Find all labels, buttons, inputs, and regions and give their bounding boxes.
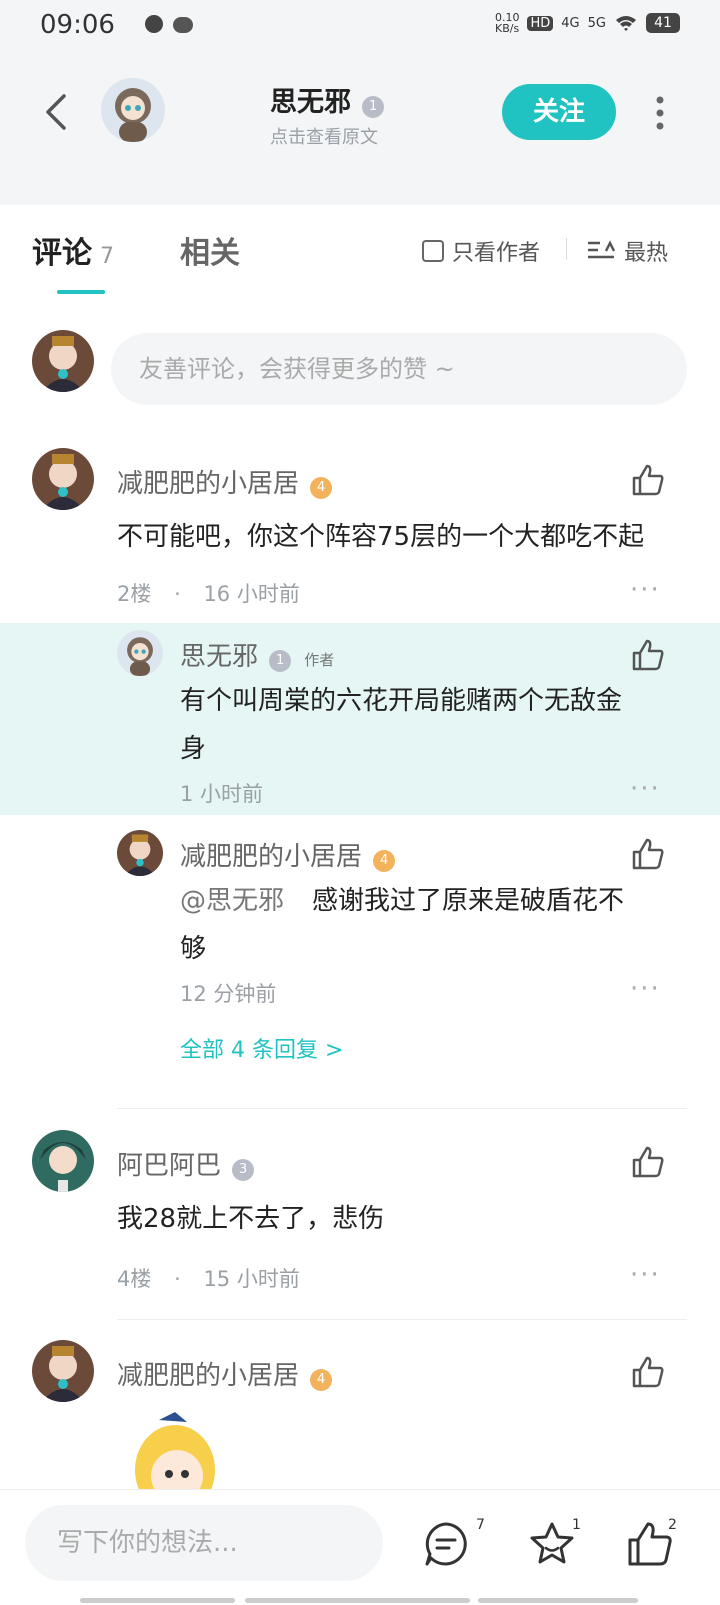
- commenter-avatar[interactable]: [32, 1340, 94, 1402]
- sort-hot-button[interactable]: 最热: [586, 235, 668, 267]
- mention-link[interactable]: @思无邪: [180, 886, 284, 916]
- like-count-badge: 2: [668, 1517, 677, 1533]
- view-original-link[interactable]: 点击查看原文: [270, 123, 470, 149]
- reply-author-name: 减肥肥的小居居: [180, 842, 363, 872]
- nav-indicator-right: [478, 1598, 638, 1603]
- tab-comments[interactable]: 评论 7: [32, 228, 114, 272]
- like-thumb-icon[interactable]: [626, 1520, 674, 1568]
- wechat-icon: [172, 17, 193, 33]
- 5g-signal-icon: 5G: [587, 15, 606, 31]
- level-badge-icon: 1: [269, 649, 292, 672]
- status-icons: 0.10 KB/s HD 4G 5G 41: [144, 11, 680, 35]
- like-icon[interactable]: [630, 1354, 666, 1390]
- reply-avatar[interactable]: [117, 630, 163, 676]
- level-badge-icon: 1: [362, 95, 385, 118]
- more-icon[interactable]: ···: [630, 575, 661, 605]
- reply-avatar-image: [124, 834, 156, 876]
- more-icon[interactable]: ···: [630, 774, 661, 804]
- reply-author[interactable]: 思无邪 1 作者: [180, 636, 334, 673]
- like-icon[interactable]: [630, 836, 666, 872]
- comment-divider: [117, 1319, 687, 1320]
- battery-icon: 41: [646, 13, 680, 33]
- bottom-comment-input[interactable]: 写下你的想法...: [25, 1505, 383, 1581]
- author-only-toggle[interactable]: 只看作者: [422, 235, 540, 267]
- comment-author-name: 减肥肥的小居居: [117, 469, 300, 499]
- author-name: 思无邪: [270, 87, 351, 118]
- tab-related[interactable]: 相关: [180, 228, 240, 272]
- comment-author[interactable]: 减肥肥的小居居 4: [117, 1355, 333, 1392]
- like-icon[interactable]: [630, 462, 666, 498]
- level-badge-icon: 4: [310, 1368, 333, 1391]
- reply-author-name: 思无邪: [180, 642, 259, 672]
- author-info[interactable]: 思无邪 1 点击查看原文: [270, 80, 470, 149]
- floor-label: 4楼: [117, 1267, 152, 1291]
- chat-notification-icon: [144, 15, 163, 33]
- commenter-avatar-image: [42, 454, 84, 510]
- reply-author[interactable]: 减肥肥的小居居 4: [180, 836, 396, 873]
- comment-author[interactable]: 阿巴阿巴 3: [117, 1145, 255, 1182]
- sort-icon: [588, 240, 616, 259]
- level-badge-icon: 3: [232, 1158, 255, 1181]
- net-speed: 0.10 KB/s: [494, 11, 520, 35]
- comment-meta: 2楼 · 16 小时前: [117, 582, 300, 606]
- active-tab-indicator: [57, 290, 105, 294]
- my-avatar: [32, 330, 94, 392]
- like-icon[interactable]: [630, 1144, 666, 1180]
- status-time: 09:06: [40, 10, 115, 40]
- reply-avatar-image: [127, 637, 153, 676]
- commenter-avatar[interactable]: [32, 448, 94, 510]
- comment-input[interactable]: 友善评论，会获得更多的赞 ~: [111, 333, 687, 405]
- author-avatar-image: [115, 88, 151, 142]
- comment-time: 16 小时前: [203, 582, 300, 606]
- more-options-icon[interactable]: [654, 96, 666, 130]
- comment-time: 15 小时前: [203, 1267, 300, 1291]
- reply-text-line1: 有个叫周棠的六花开局能赌两个无敌金: [180, 686, 623, 716]
- like-icon[interactable]: [630, 637, 666, 673]
- comment-icon[interactable]: [422, 1520, 470, 1568]
- comment-meta: 4楼 · 15 小时前: [117, 1267, 300, 1291]
- back-arrow-icon[interactable]: [38, 92, 78, 132]
- wifi-icon: [616, 16, 636, 31]
- my-avatar-image: [42, 336, 84, 392]
- commenter-avatar-image: [40, 1142, 86, 1192]
- more-icon[interactable]: ···: [630, 974, 661, 1004]
- comment-author[interactable]: 减肥肥的小居居 4: [117, 463, 333, 500]
- nav-indicator-center: [245, 1598, 470, 1603]
- comments-count: 7: [100, 244, 114, 269]
- level-badge-icon: 4: [310, 476, 333, 499]
- follow-button[interactable]: 关注: [502, 84, 616, 140]
- checkbox-icon: [422, 240, 444, 262]
- hd-signal-icon: HD: [527, 15, 554, 31]
- reply-text-line2: 身: [180, 734, 207, 764]
- reply-text-line2: 够: [180, 934, 207, 964]
- author-avatar[interactable]: [101, 78, 165, 142]
- floor-label: 2楼: [117, 582, 152, 606]
- nav-indicator-left: [80, 1598, 235, 1603]
- comment-text: 不可能吧，你这个阵容75层的一个大都吃不起: [117, 522, 645, 552]
- reply-time: 12 分钟前: [180, 982, 277, 1006]
- filter-divider: [566, 238, 567, 260]
- reply-time: 1 小时前: [180, 782, 264, 806]
- comment-divider: [117, 1108, 687, 1109]
- author-tag: 作者: [304, 651, 335, 669]
- commenter-avatar[interactable]: [32, 1130, 94, 1192]
- level-badge-icon: 4: [373, 849, 396, 872]
- comment-author-name: 减肥肥的小居居: [117, 1361, 300, 1391]
- sort-label: 最热: [624, 241, 669, 266]
- tab-comments-label: 评论: [32, 236, 92, 271]
- commenter-avatar-image: [42, 1346, 84, 1402]
- sticker-image[interactable]: [125, 1410, 225, 1490]
- comment-author-name: 阿巴阿巴: [117, 1151, 222, 1181]
- 4g-signal-icon: 4G: [561, 15, 580, 31]
- view-all-replies-link[interactable]: 全部 4 条回复 >: [180, 1032, 343, 1064]
- reply-text-line1: @思无邪 感谢我过了原来是破盾花不: [180, 876, 624, 926]
- more-icon[interactable]: ···: [630, 1260, 661, 1290]
- author-only-label: 只看作者: [452, 241, 541, 266]
- favorite-star-icon[interactable]: [528, 1520, 576, 1568]
- reply-text: 感谢我过了原来是破盾花不: [312, 886, 625, 916]
- comment-count-badge: 7: [476, 1517, 485, 1533]
- comment-text: 我28就上不去了，悲伤: [117, 1204, 385, 1234]
- reply-avatar[interactable]: [117, 830, 163, 876]
- favorite-count-badge: 1: [572, 1517, 581, 1533]
